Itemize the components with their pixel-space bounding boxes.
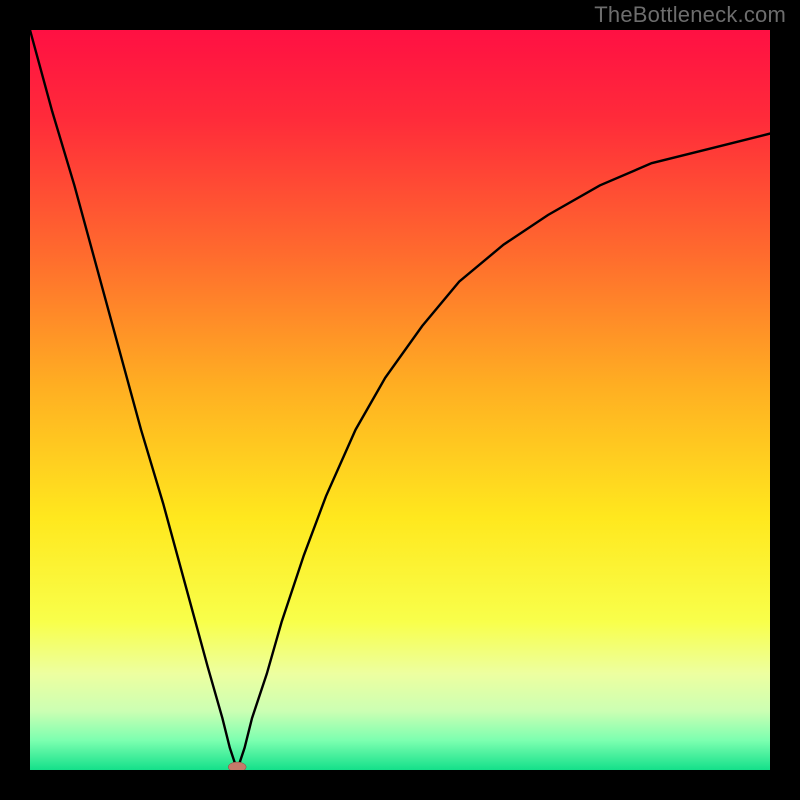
gradient-background [30,30,770,770]
chart-frame: TheBottleneck.com [0,0,800,800]
watermark-text: TheBottleneck.com [594,2,786,28]
minimum-marker [228,762,246,770]
bottleneck-chart [30,30,770,770]
